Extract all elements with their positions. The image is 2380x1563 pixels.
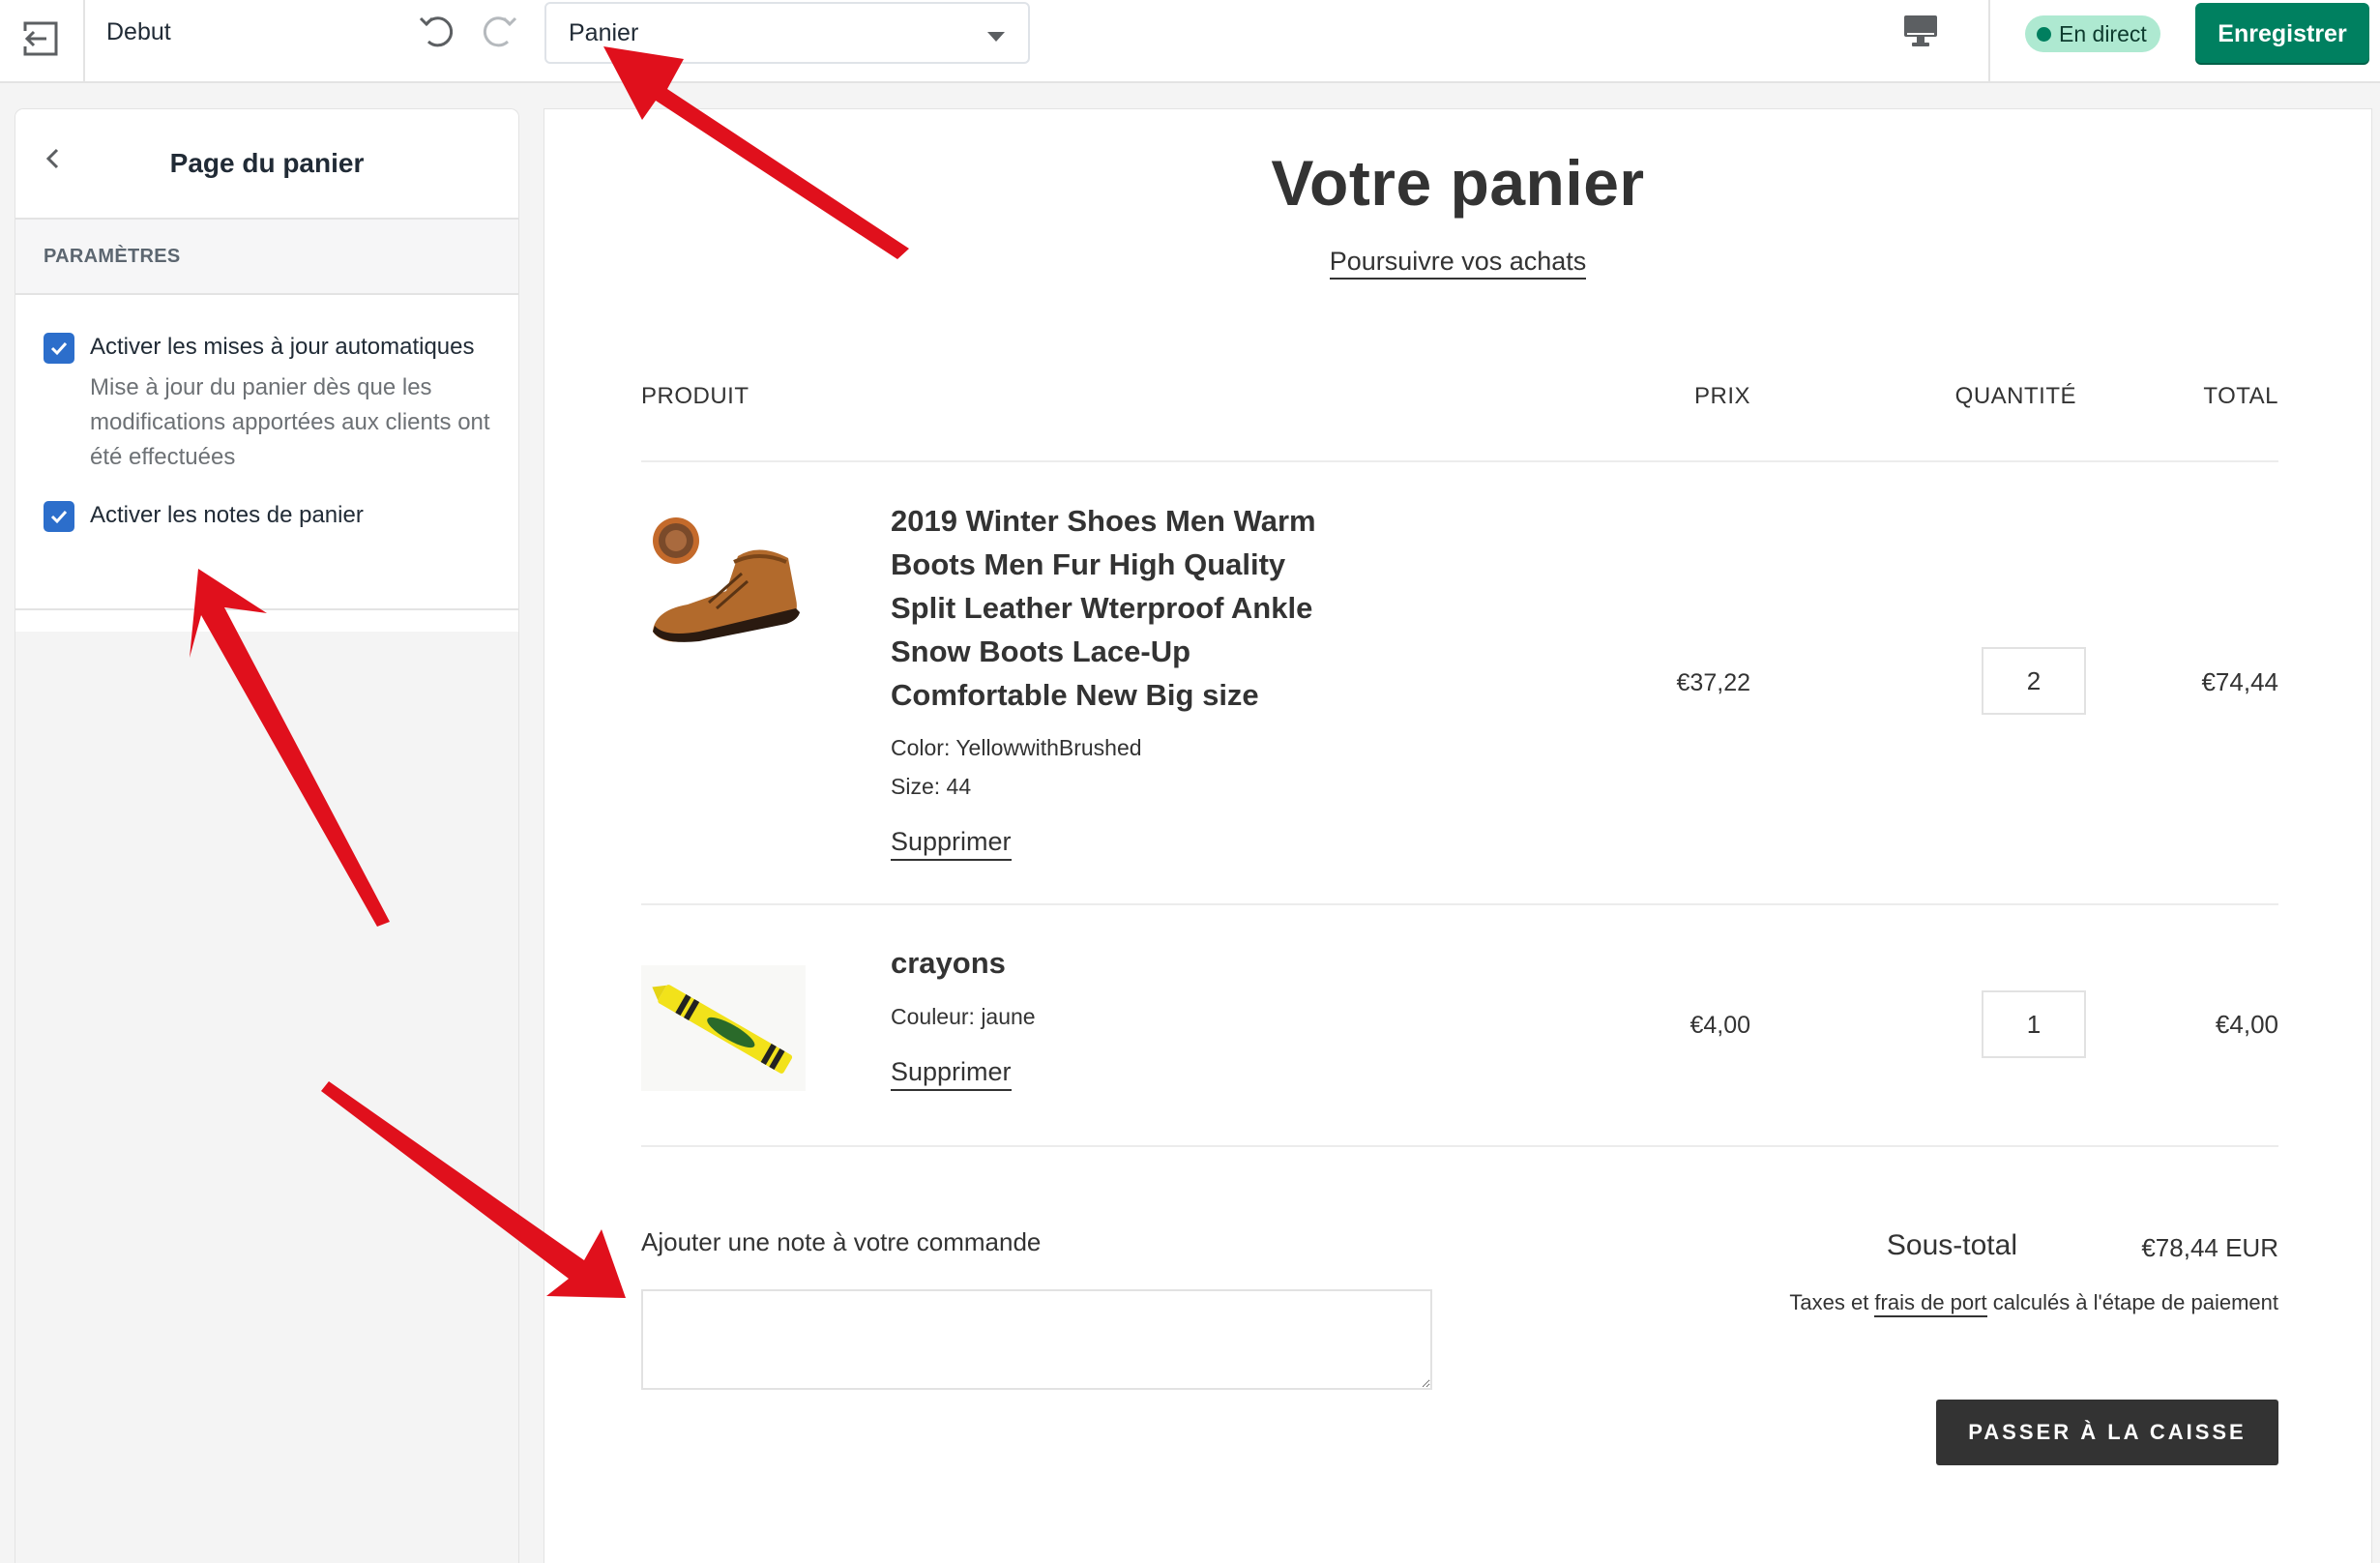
checkout-button[interactable]: PASSER À LA CAISSE — [1936, 1400, 2278, 1465]
product-name-crayons[interactable]: crayons — [891, 941, 1006, 985]
desktop-preview-button[interactable] — [1897, 12, 1944, 54]
undo-icon — [417, 11, 455, 54]
quantity-input[interactable] — [1982, 990, 2086, 1058]
section-label: PARAMÈTRES — [15, 220, 518, 295]
product-variant-color: Color: YellowwithBrushed — [891, 735, 1142, 760]
product-name-boots[interactable]: 2019 Winter Shoes Men Warm Boots Men Fur… — [891, 499, 1345, 717]
taxes-suffix: calculés à l'étape de paiement — [1986, 1290, 2278, 1314]
topbar-divider — [1988, 0, 1990, 81]
top-bar: Debut Panier En direct Enregistrer — [0, 0, 2380, 83]
page-select[interactable]: Panier — [544, 2, 1030, 64]
continue-shopping: Poursuivre vos achats — [544, 247, 2371, 280]
exit-editor-button[interactable] — [0, 0, 85, 81]
auto-update-checkbox[interactable] — [44, 333, 74, 364]
column-header-quantity: QUANTITÉ — [1954, 383, 2076, 409]
sidebar-empty-area — [15, 632, 518, 1563]
order-note-label: Ajouter une note à votre commande — [641, 1227, 1042, 1256]
column-header-total: TOTAL — [2203, 383, 2278, 409]
column-header-price: PRIX — [1693, 383, 1750, 409]
theme-name: Debut — [106, 18, 171, 45]
item-total: €74,44 — [2201, 667, 2278, 696]
taxes-note: Taxes et frais de port calculés à l'étap… — [1789, 1290, 2278, 1317]
column-header-product: PRODUIT — [641, 383, 749, 409]
sidebar-title: Page du panier — [169, 148, 365, 178]
settings-sidebar: Page du panier PARAMÈTRES Activer les mi… — [15, 109, 518, 1563]
product-variant-color: Couleur: jaune — [891, 1004, 1036, 1029]
remove-item-button[interactable]: Supprimer — [891, 1057, 1012, 1091]
check-icon — [50, 510, 68, 524]
live-status-label: En direct — [2059, 20, 2147, 46]
product-image-boots[interactable] — [641, 504, 806, 654]
caret-down-icon — [987, 32, 1005, 42]
divider — [641, 1145, 2278, 1147]
exit-icon — [22, 19, 61, 63]
item-price: €37,22 — [1676, 669, 1750, 696]
continue-shopping-link[interactable]: Poursuivre vos achats — [1329, 247, 1587, 280]
product-variant-size: Size: 44 — [891, 774, 972, 799]
divider — [641, 460, 2278, 462]
redo-button[interactable] — [478, 10, 522, 54]
product-image-crayons[interactable] — [641, 965, 806, 1091]
cart-title: Votre panier — [1271, 147, 1645, 219]
shipping-policy-link[interactable]: frais de port — [1874, 1290, 1987, 1317]
save-button[interactable]: Enregistrer — [2195, 3, 2369, 65]
subtotal-value: €78,44 EUR — [2141, 1233, 2278, 1262]
redo-icon — [481, 11, 519, 54]
order-note-textarea[interactable] — [641, 1289, 1432, 1390]
page-select-value: Panier — [569, 18, 639, 46]
subtotal-label: Sous-total — [1886, 1229, 2017, 1261]
auto-update-help: Mise à jour du panier dès que les modifi… — [90, 374, 490, 470]
sidebar-header: Page du panier — [15, 109, 518, 220]
auto-update-label: Activer les mises à jour automatiques — [90, 334, 475, 360]
quantity-input[interactable] — [1982, 647, 2086, 715]
divider — [641, 903, 2278, 905]
setting-cart-notes: Activer les notes de panier — [44, 498, 490, 533]
taxes-prefix: Taxes et — [1789, 1290, 1875, 1314]
undo-button[interactable] — [414, 10, 458, 54]
live-status-badge: En direct — [2025, 15, 2160, 52]
item-total: €4,00 — [2215, 1010, 2278, 1039]
desktop-icon — [1903, 15, 1938, 52]
item-price: €4,00 — [1690, 1012, 1750, 1039]
cart-notes-checkbox[interactable] — [44, 501, 74, 532]
settings-list: Activer les mises à jour automatiques Mi… — [15, 295, 518, 610]
live-dot-icon — [2037, 26, 2051, 42]
check-icon — [50, 341, 68, 356]
cart-notes-label: Activer les notes de panier — [90, 502, 364, 528]
setting-auto-update: Activer les mises à jour automatiques Mi… — [44, 330, 490, 475]
store-preview: Votre panier Poursuivre vos achats PRODU… — [544, 109, 2371, 1563]
remove-item-button[interactable]: Supprimer — [891, 827, 1012, 861]
